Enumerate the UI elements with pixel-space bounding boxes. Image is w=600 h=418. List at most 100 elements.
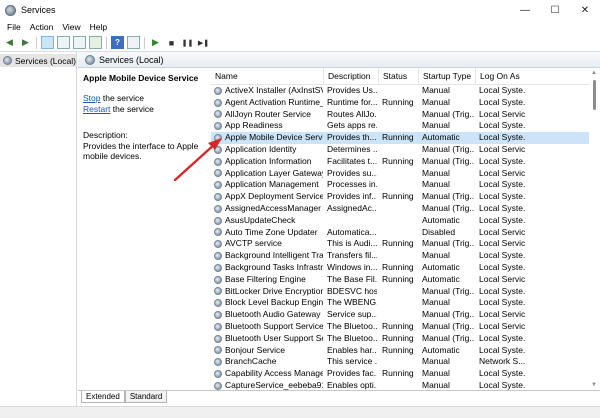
service-row[interactable]: App Readiness Gets apps re... Manual Local …: [211, 120, 600, 132]
refresh-icon[interactable]: [73, 36, 86, 49]
service-name-cell: Background Intelligent Tran...: [214, 250, 323, 262]
service-row[interactable]: AVCTP service This is Audi... Running Manua…: [211, 238, 600, 250]
service-name: Application Management: [225, 179, 319, 190]
forward-arrow-icon[interactable]: ▶: [19, 36, 32, 49]
service-row[interactable]: ActiveX Installer (AxInstSV) Provides Us.…: [211, 85, 600, 97]
service-row[interactable]: Application Identity Determines ... Manual…: [211, 144, 600, 156]
column-header-description[interactable]: Description: [324, 68, 379, 85]
service-row[interactable]: AllJoyn Router Service Routes AllJo... Man…: [211, 109, 600, 121]
service-name: Agent Activation Runtime_...: [225, 96, 323, 107]
service-row[interactable]: Application Layer Gateway ... Provides su…: [211, 168, 600, 180]
close-button[interactable]: ✕: [570, 0, 600, 20]
service-row[interactable]: Apple Mobile Device Service Provides th..…: [211, 132, 600, 144]
service-name: Application Identity: [225, 143, 297, 154]
service-description: Processes in...: [327, 179, 377, 190]
tree-item-services-local[interactable]: Services (Local): [0, 54, 76, 67]
scrollbar-thumb[interactable]: [593, 80, 596, 110]
menu-view[interactable]: View: [62, 22, 80, 32]
console-tree-icon[interactable]: [41, 36, 54, 49]
restart-service-link[interactable]: Restart: [83, 104, 110, 114]
service-log-on-as: Local Syste...: [479, 332, 525, 343]
service-name: ActiveX Installer (AxInstSV): [225, 85, 323, 95]
column-header-name[interactable]: Name: [211, 68, 324, 85]
service-row[interactable]: Auto Time Zone Updater Automatica... Disab…: [211, 227, 600, 239]
gear-icon: [214, 322, 222, 331]
service-name-cell: Background Tasks Infrastruc...: [214, 262, 323, 274]
tab-extended[interactable]: Extended: [81, 391, 125, 403]
service-description: Service sup...: [327, 309, 377, 320]
service-status: Running: [382, 238, 414, 249]
service-name: AppX Deployment Service (...: [225, 191, 323, 202]
service-log-on-as: Local Service: [479, 108, 525, 119]
service-row[interactable]: Background Tasks Infrastruc... Windows in…: [211, 262, 600, 274]
scroll-up-icon[interactable]: ▲: [591, 70, 597, 76]
back-arrow-icon[interactable]: ◀: [3, 36, 16, 49]
service-row[interactable]: Bonjour Service Enables har... Running Auto…: [211, 345, 600, 357]
service-row[interactable]: AssignedAccessManager Se... AssignedAc...…: [211, 203, 600, 215]
restart-service-icon[interactable]: ▶❚: [197, 36, 210, 49]
gear-icon: [214, 287, 222, 296]
service-name: App Readiness: [225, 120, 283, 131]
scroll-down-icon[interactable]: ▼: [591, 382, 597, 388]
service-row[interactable]: BranchCache This service ... Manual Network…: [211, 356, 600, 368]
service-name-cell: ActiveX Installer (AxInstSV): [214, 85, 323, 97]
column-header-status[interactable]: Status: [379, 68, 419, 85]
help-icon[interactable]: ?: [111, 36, 124, 49]
stop-service-icon[interactable]: ■: [165, 36, 178, 49]
service-name: Bluetooth Audio Gateway S...: [225, 309, 323, 320]
service-log-on-as: Local Syste...: [479, 285, 525, 296]
service-startup-type: Automatic: [422, 273, 460, 284]
service-log-on-as: Local Syste...: [479, 120, 525, 131]
service-name: Block Level Backup Engine ...: [225, 297, 323, 308]
service-description: This service ...: [327, 356, 377, 367]
service-row[interactable]: Block Level Backup Engine ... The WBENG..…: [211, 297, 600, 309]
service-description: The Bluetoo...: [327, 320, 377, 331]
service-startup-type: Manual: [422, 96, 450, 107]
service-description: Facilitates t...: [327, 155, 377, 166]
tab-standard[interactable]: Standard: [124, 391, 168, 403]
service-row[interactable]: Bluetooth User Support Ser... The Bluetoo…: [211, 333, 600, 345]
service-row[interactable]: Background Intelligent Tran... Transfers …: [211, 250, 600, 262]
menu-file[interactable]: File: [7, 22, 21, 32]
gear-icon: [214, 346, 222, 355]
pause-service-icon[interactable]: ❚❚: [181, 36, 194, 49]
column-header-log-on-as[interactable]: Log On As: [476, 68, 591, 85]
service-name: AsusUpdateCheck: [225, 214, 296, 225]
service-row[interactable]: Agent Activation Runtime_... Runtime for.…: [211, 97, 600, 109]
export-list-icon[interactable]: [89, 36, 102, 49]
service-log-on-as: Network S...: [479, 356, 525, 367]
column-header-startup-type[interactable]: Startup Type: [419, 68, 476, 85]
service-log-on-as: Local Syste...: [479, 214, 525, 225]
menu-help[interactable]: Help: [90, 22, 107, 32]
service-row[interactable]: CaptureService_eebeba91 Enables opti... Ma…: [211, 380, 600, 390]
service-row[interactable]: Application Management Processes in... Man…: [211, 179, 600, 191]
minimize-button[interactable]: —: [510, 0, 540, 20]
vertical-scrollbar[interactable]: ▲ ▼: [589, 68, 600, 390]
service-name: Base Filtering Engine: [225, 273, 306, 284]
show-hide-action-pane-icon[interactable]: [127, 36, 140, 49]
service-row[interactable]: Bluetooth Audio Gateway S... Service sup.…: [211, 309, 600, 321]
menu-action[interactable]: Action: [30, 22, 54, 32]
service-row[interactable]: AppX Deployment Service (... Provides inf…: [211, 191, 600, 203]
service-description: Provides su...: [327, 167, 377, 178]
service-startup-type: Manual (Trig...: [422, 202, 474, 213]
maximize-button[interactable]: ☐: [540, 0, 570, 20]
start-service-icon[interactable]: ▶: [149, 36, 162, 49]
service-row[interactable]: Bluetooth Support Service The Bluetoo... R…: [211, 321, 600, 333]
gear-icon: [214, 370, 222, 379]
pane-header: Services (Local): [78, 52, 600, 68]
service-row[interactable]: Application Information Facilitates t... R…: [211, 156, 600, 168]
service-log-on-as: Local Syste...: [479, 379, 525, 390]
service-name: CaptureService_eebeba91: [225, 379, 323, 390]
stop-service-link[interactable]: Stop: [83, 93, 101, 103]
service-name: BitLocker Drive Encryption ...: [225, 285, 323, 296]
service-row[interactable]: AsusUpdateCheck Automatic Local Syste...: [211, 215, 600, 227]
service-row[interactable]: BitLocker Drive Encryption ... BDESVC hos…: [211, 286, 600, 298]
service-name: Background Tasks Infrastruc...: [225, 261, 323, 272]
service-name-cell: Application Management: [214, 179, 323, 191]
gear-icon: [214, 204, 222, 213]
console-tree: Services (Local): [0, 52, 77, 406]
properties-icon[interactable]: [57, 36, 70, 49]
service-row[interactable]: Base Filtering Engine The Base Fil... Runn…: [211, 274, 600, 286]
service-row[interactable]: Capability Access Manager ... Provides fa…: [211, 368, 600, 380]
